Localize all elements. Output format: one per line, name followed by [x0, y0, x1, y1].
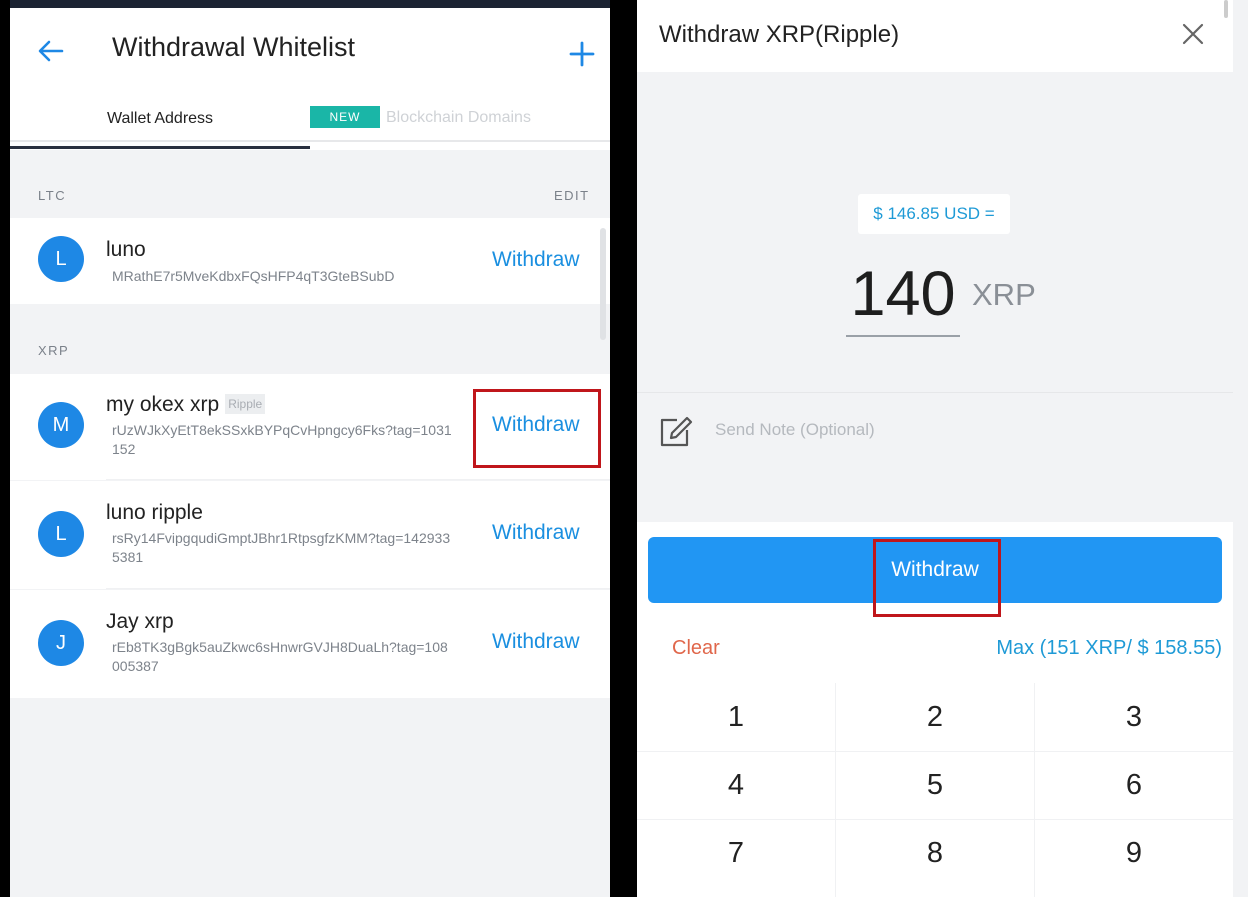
header-divider: [10, 140, 610, 142]
avatar: L: [38, 236, 84, 282]
key-7[interactable]: 7: [637, 819, 835, 887]
network-tag: Ripple: [225, 394, 266, 414]
scrollbar[interactable]: [600, 228, 606, 340]
withdraw-link-luno[interactable]: Withdraw: [492, 248, 580, 272]
tab-wallet-address-label: Wallet Address: [106, 110, 214, 127]
right-edge-strip: [1233, 0, 1248, 897]
key-8[interactable]: 8: [836, 819, 1034, 887]
key-3[interactable]: 3: [1035, 683, 1233, 751]
numeric-keypad: 1 2 3 4 5 6 7 8 9: [637, 683, 1233, 897]
amount-unit: XRP: [972, 277, 1036, 312]
entry-name-text: my okex xrp: [106, 393, 220, 416]
entry-name: luno: [106, 238, 146, 261]
section-label-xrp: XRP: [38, 343, 70, 358]
entry-name: Jay xrp: [106, 610, 174, 633]
row-divider: [106, 588, 610, 589]
section-label-ltc: LTC: [38, 188, 67, 203]
whitelist-screen: Withdrawal Whitelist Wallet Address NEW …: [10, 0, 610, 897]
key-9[interactable]: 9: [1035, 819, 1233, 887]
entry-address: MRathE7r5MveKdbxFQsHFP4qT3GteBSubD: [112, 268, 395, 284]
whitelist-entry[interactable]: L luno MRathE7r5MveKdbxFQsHFP4qT3GteBSub…: [10, 218, 610, 304]
send-note-input[interactable]: [715, 420, 1175, 440]
clear-button[interactable]: Clear: [672, 637, 720, 660]
avatar: J: [38, 620, 84, 666]
entry-address: rEb8TK3gBgk5auZkwc6sHnwrGVJH8DuaLh?tag=1…: [112, 639, 448, 674]
highlight-box-withdraw-link: [473, 389, 601, 468]
key-6[interactable]: 6: [1035, 751, 1233, 819]
right-edge-scroll: [1224, 0, 1228, 18]
entry-address: rUzWJkXyEtT8ekSSxkBYPqCvHpngcy6Fks?tag=1…: [112, 422, 452, 457]
amount-input[interactable]: 140: [846, 258, 960, 330]
highlight-box-withdraw-button: [873, 539, 1001, 617]
withdraw-sheet-header: Withdraw XRP(Ripple): [637, 0, 1233, 72]
avatar: L: [38, 511, 84, 557]
withdraw-sheet: Withdraw XRP(Ripple) $ 146.85 USD = 140 …: [637, 0, 1233, 897]
tab-blockchain-domains-label: Blockchain Domains: [386, 109, 531, 126]
whitelist-entry[interactable]: J Jay xrp rEb8TK3gBgk5auZkwc6sHnwrGVJH8D…: [10, 590, 610, 698]
entry-address: rsRy14FvipgqudiGmptJBhr1RtpsgfzKMM?tag=1…: [112, 530, 451, 565]
new-badge: NEW: [310, 106, 380, 128]
whitelist-entry[interactable]: L luno ripple rsRy14FvipgqudiGmptJBhr1Rt…: [10, 481, 610, 589]
key-5[interactable]: 5: [836, 751, 1034, 819]
avatar: M: [38, 402, 84, 448]
close-icon[interactable]: [1181, 22, 1205, 46]
max-amount-button[interactable]: Max (151 XRP/ $ 158.55): [996, 637, 1222, 660]
key-4[interactable]: 4: [637, 751, 835, 819]
back-arrow-icon[interactable]: [36, 36, 66, 66]
entry-name: luno ripple: [106, 501, 203, 524]
note-divider: [637, 392, 1233, 393]
entry-name: my okex xrp Ripple: [106, 393, 266, 417]
whitelist-header: Withdrawal Whitelist Wallet Address NEW …: [10, 8, 610, 150]
row-divider: [106, 479, 610, 480]
key-1[interactable]: 1: [637, 683, 835, 751]
key-2[interactable]: 2: [836, 683, 1034, 751]
edit-note-icon: [660, 416, 693, 447]
page-title: Withdrawal Whitelist: [112, 32, 356, 62]
active-tab-indicator: [10, 146, 310, 149]
plus-icon[interactable]: [568, 40, 596, 68]
amount-underline: [846, 335, 960, 337]
withdraw-link-jay-xrp[interactable]: Withdraw: [492, 630, 580, 654]
withdraw-link-luno-ripple[interactable]: Withdraw: [492, 521, 580, 545]
status-bar: [10, 0, 610, 8]
usd-equivalent-toggle[interactable]: $ 146.85 USD =: [858, 194, 1010, 234]
sheet-title: Withdraw XRP(Ripple): [659, 21, 900, 48]
edit-button[interactable]: EDIT: [554, 188, 590, 203]
